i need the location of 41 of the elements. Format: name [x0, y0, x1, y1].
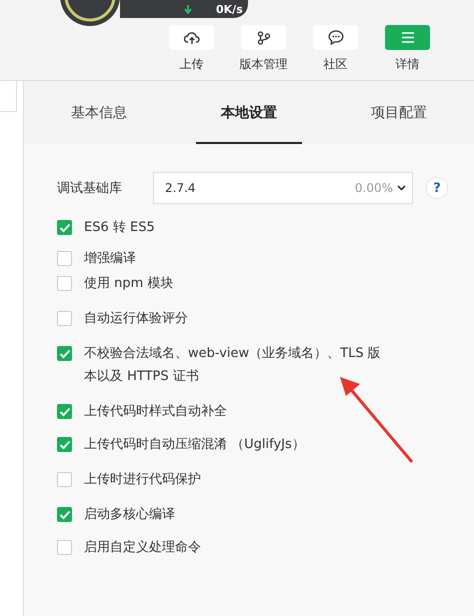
- option-label: 不校验合法域名、web-view（业务域名）、TLS 版本以及 HTTPS 证书: [84, 345, 382, 386]
- speed-text: 0K/s: [216, 2, 243, 16]
- menu-button[interactable]: [385, 25, 430, 50]
- branch-icon: [256, 30, 270, 44]
- checkbox[interactable]: [57, 437, 72, 452]
- toolbar-label: 社区: [324, 56, 348, 73]
- option-label: 启用自定义处理命令: [84, 539, 201, 557]
- branch-button[interactable]: [241, 25, 286, 50]
- toolbar-label: 详情: [396, 56, 420, 73]
- checkbox[interactable]: [57, 276, 72, 291]
- checkbox[interactable]: [57, 404, 72, 419]
- chat-bubble-icon: [328, 30, 344, 45]
- checkbox[interactable]: [57, 346, 72, 361]
- menu-icon: [402, 32, 414, 43]
- toolbar-label: 上传: [180, 56, 204, 73]
- option-label: 自动运行体验评分: [84, 310, 188, 328]
- checkbox[interactable]: [57, 220, 72, 235]
- upload-button[interactable]: [169, 25, 214, 50]
- cloud-upload-icon: [184, 30, 200, 44]
- option-label: ES6 转 ES5: [84, 219, 155, 237]
- chevron-down-icon: [397, 185, 406, 191]
- tab[interactable]: 项目配置: [324, 81, 474, 144]
- toolbar-label: 版本管理: [240, 56, 288, 73]
- option-label: 启动多核心编译: [84, 506, 175, 524]
- option-label: 上传时进行代码保护: [84, 471, 201, 489]
- checkbox[interactable]: [57, 251, 72, 266]
- down-arrow-icon: [184, 4, 192, 14]
- option-label: 增强编译: [84, 250, 136, 268]
- library-label: 调试基础库: [57, 180, 123, 197]
- checkbox[interactable]: [57, 507, 72, 522]
- option-label: 使用 npm 模块: [84, 275, 174, 293]
- option-label: 上传代码时自动压缩混淆 （UglifyJs）: [84, 436, 305, 454]
- tab[interactable]: 本地设置: [174, 81, 324, 144]
- checkbox[interactable]: [57, 472, 72, 487]
- checkbox[interactable]: [57, 311, 72, 326]
- option-label: 上传代码时样式自动补全: [84, 403, 227, 421]
- checkbox[interactable]: [57, 540, 72, 555]
- tab[interactable]: 基本信息: [24, 81, 174, 144]
- help-button[interactable]: ?: [426, 177, 448, 199]
- chat-button[interactable]: [313, 25, 358, 50]
- library-version-select[interactable]: 2.7.4 0.00%: [153, 172, 413, 204]
